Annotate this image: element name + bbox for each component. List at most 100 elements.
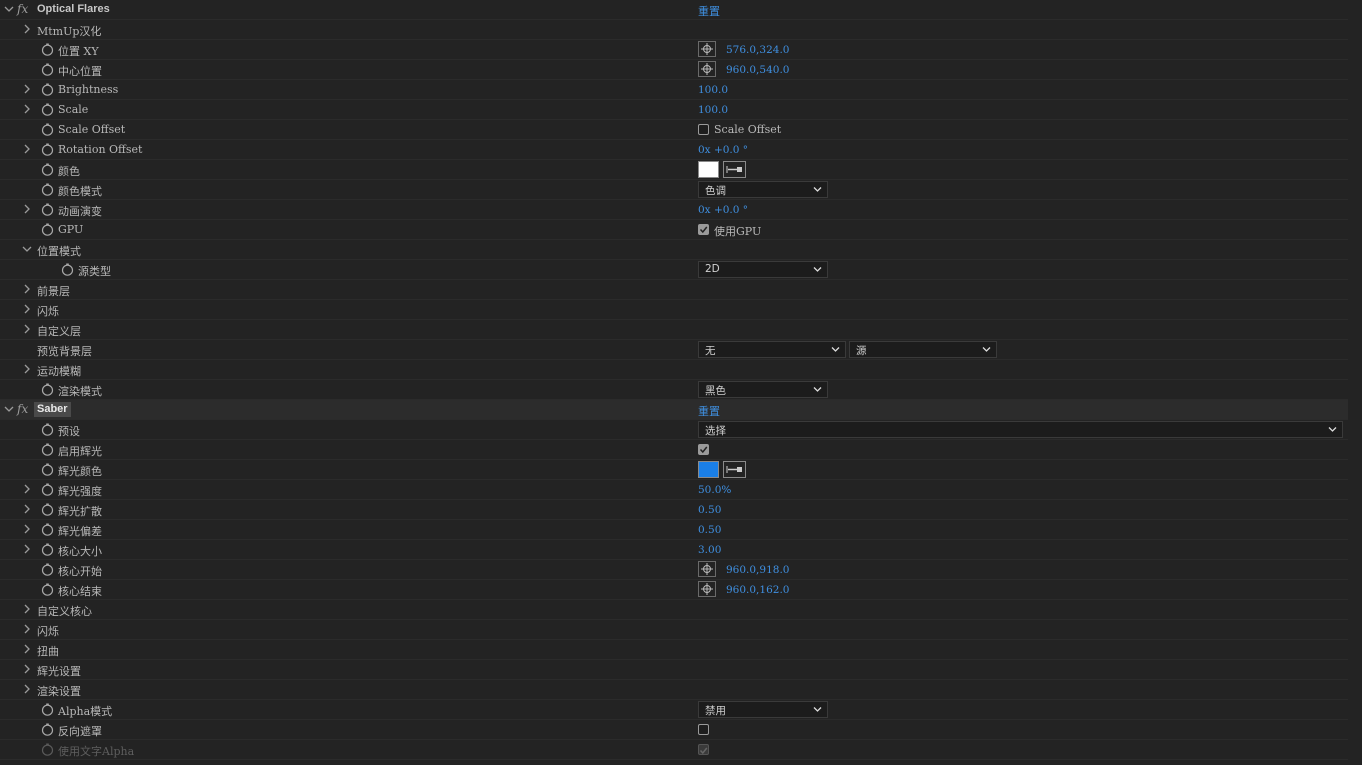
param-value[interactable]: 576.0,324.0: [726, 44, 789, 56]
param-value[interactable]: 100.0: [698, 84, 728, 96]
param-value[interactable]: 0.50: [698, 524, 721, 536]
checkbox-label[interactable]: 使用GPU: [714, 223, 761, 239]
alpha-mode-dropdown[interactable]: 禁用: [698, 701, 828, 718]
param-value[interactable]: 960.0,918.0: [726, 564, 789, 576]
stopwatch-icon[interactable]: [41, 723, 54, 736]
crosshair-target-icon[interactable]: [698, 61, 716, 77]
param-value[interactable]: 960.0,162.0: [726, 584, 789, 596]
param-value[interactable]: 0x +0.0 °: [698, 144, 748, 156]
preview-bg-source-dropdown[interactable]: 源: [849, 341, 997, 358]
group-glow-settings[interactable]: 辉光设置: [0, 660, 1348, 680]
group-custom-core[interactable]: 自定义核心: [0, 600, 1348, 620]
stopwatch-icon[interactable]: [41, 483, 54, 496]
effect-header-saber[interactable]: fx Saber 重置: [0, 400, 1348, 420]
param-glow-bias: 辉光偏差 0.50: [0, 520, 1348, 540]
chevron-right-icon[interactable]: [22, 144, 32, 154]
stopwatch-icon[interactable]: [41, 583, 54, 596]
chevron-right-icon[interactable]: [22, 664, 32, 674]
chevron-right-icon[interactable]: [22, 604, 32, 614]
chevron-right-icon[interactable]: [22, 84, 32, 94]
scale-offset-checkbox[interactable]: [698, 124, 709, 135]
stopwatch-icon[interactable]: [41, 103, 54, 116]
reset-link[interactable]: 重置: [698, 3, 720, 19]
group-mtmup[interactable]: MtmUp汉化: [0, 20, 1348, 40]
param-label: 辉光偏差: [58, 525, 102, 538]
stopwatch-icon[interactable]: [41, 163, 54, 176]
preset-dropdown[interactable]: 选择: [698, 421, 1343, 438]
param-label: GPU: [58, 223, 84, 236]
chevron-down-icon[interactable]: [22, 244, 32, 254]
chevron-down-icon[interactable]: [4, 4, 14, 14]
invert-mask-checkbox[interactable]: [698, 724, 709, 735]
stopwatch-icon[interactable]: [41, 83, 54, 96]
chevron-right-icon[interactable]: [22, 284, 32, 294]
stopwatch-icon[interactable]: [41, 543, 54, 556]
group-foreground[interactable]: 前景层: [0, 280, 1348, 300]
eyedropper-icon[interactable]: [723, 461, 746, 478]
color-swatch[interactable]: [698, 161, 719, 178]
preview-bg-layer-dropdown[interactable]: 无: [698, 341, 846, 358]
chevron-right-icon[interactable]: [22, 484, 32, 494]
chevron-right-icon[interactable]: [22, 624, 32, 634]
chevron-right-icon[interactable]: [22, 544, 32, 554]
group-custom-layer[interactable]: 自定义层: [0, 320, 1348, 340]
chevron-right-icon[interactable]: [22, 24, 32, 34]
chevron-down-icon[interactable]: [4, 404, 14, 414]
stopwatch-icon[interactable]: [41, 383, 54, 396]
checkbox-label[interactable]: Scale Offset: [714, 123, 781, 136]
fx-icon[interactable]: fx: [17, 402, 28, 416]
reset-link[interactable]: 重置: [698, 403, 720, 419]
chevron-right-icon[interactable]: [22, 104, 32, 114]
group-distortion[interactable]: 扭曲: [0, 640, 1348, 660]
stopwatch-icon[interactable]: [61, 263, 74, 276]
source-type-dropdown[interactable]: 2D: [698, 261, 828, 278]
stopwatch-icon[interactable]: [41, 223, 54, 236]
chevron-right-icon[interactable]: [22, 204, 32, 214]
render-mode-dropdown[interactable]: 黑色: [698, 381, 828, 398]
eyedropper-icon[interactable]: [723, 161, 746, 178]
stopwatch-icon[interactable]: [41, 463, 54, 476]
chevron-right-icon[interactable]: [22, 504, 32, 514]
group-flicker-saber[interactable]: 闪烁: [0, 620, 1348, 640]
stopwatch-icon[interactable]: [41, 703, 54, 716]
scrollbar[interactable]: [1348, 0, 1362, 765]
chevron-right-icon[interactable]: [22, 304, 32, 314]
stopwatch-icon[interactable]: [41, 423, 54, 436]
param-value[interactable]: 100.0: [698, 104, 728, 116]
param-value[interactable]: 0.50: [698, 504, 721, 516]
group-render-settings[interactable]: 渲染设置: [0, 680, 1348, 700]
crosshair-target-icon[interactable]: [698, 561, 716, 577]
param-value[interactable]: 3.00: [698, 544, 721, 556]
param-center: 中心位置 960.0,540.0: [0, 60, 1348, 80]
param-value[interactable]: 50.0%: [698, 484, 731, 496]
stopwatch-icon[interactable]: [41, 63, 54, 76]
crosshair-target-icon[interactable]: [698, 41, 716, 57]
enable-glow-checkbox[interactable]: [698, 444, 709, 455]
stopwatch-icon[interactable]: [41, 183, 54, 196]
stopwatch-icon[interactable]: [41, 523, 54, 536]
param-invert-mask: 反向遮罩: [0, 720, 1348, 740]
stopwatch-icon[interactable]: [41, 43, 54, 56]
chevron-right-icon[interactable]: [22, 524, 32, 534]
stopwatch-icon[interactable]: [41, 563, 54, 576]
stopwatch-icon[interactable]: [41, 123, 54, 136]
group-flicker[interactable]: 闪烁: [0, 300, 1348, 320]
chevron-right-icon[interactable]: [22, 684, 32, 694]
effect-header-optical-flares[interactable]: fx Optical Flares 重置: [0, 0, 1348, 20]
use-gpu-checkbox[interactable]: [698, 224, 709, 235]
stopwatch-icon[interactable]: [41, 203, 54, 216]
color-mode-dropdown[interactable]: 色调: [698, 181, 828, 198]
fx-icon[interactable]: fx: [17, 2, 28, 16]
chevron-right-icon[interactable]: [22, 644, 32, 654]
stopwatch-icon[interactable]: [41, 143, 54, 156]
group-motion-blur[interactable]: 运动模糊: [0, 360, 1348, 380]
stopwatch-icon[interactable]: [41, 443, 54, 456]
chevron-right-icon[interactable]: [22, 324, 32, 334]
param-value[interactable]: 0x +0.0 °: [698, 204, 748, 216]
stopwatch-icon[interactable]: [41, 503, 54, 516]
color-swatch[interactable]: [698, 461, 719, 478]
chevron-right-icon[interactable]: [22, 364, 32, 374]
param-value[interactable]: 960.0,540.0: [726, 64, 789, 76]
group-position-mode[interactable]: 位置模式: [0, 240, 1348, 260]
crosshair-target-icon[interactable]: [698, 581, 716, 597]
